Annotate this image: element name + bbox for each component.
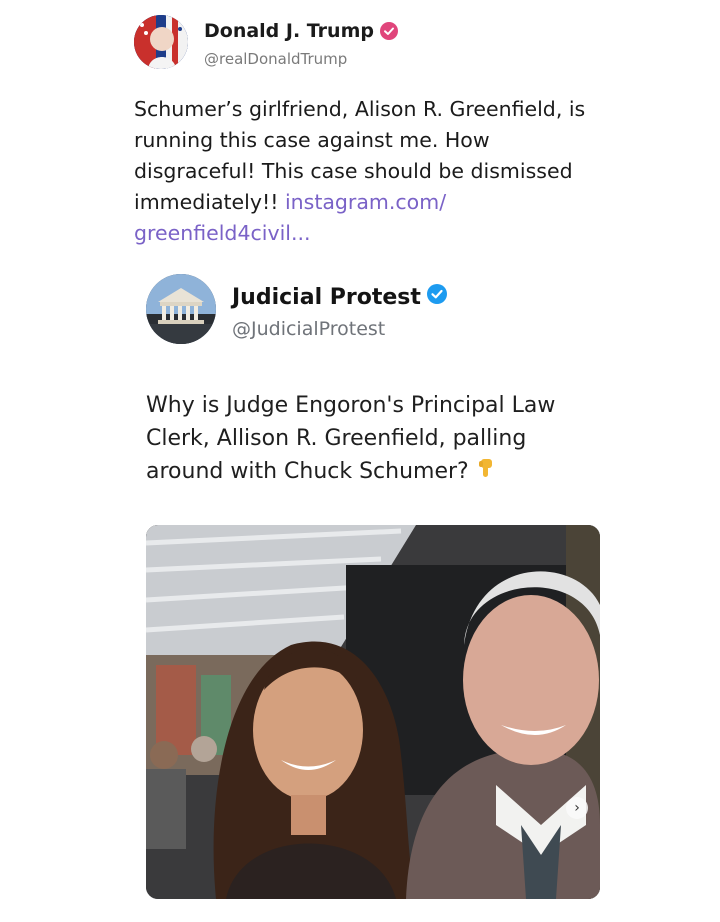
author-avatar[interactable] [134, 15, 188, 69]
quoted-text-line: around with Chuck Schumer? [146, 459, 469, 484]
quoted-author-handle[interactable]: @JudicialProtest [232, 318, 385, 340]
post-link[interactable]: instagram.com/ [285, 190, 446, 214]
post-text-line: running this case against me. How [134, 128, 490, 152]
quoted-post-body: Why is Judge Engoron's Principal Law Cle… [146, 389, 616, 489]
quoted-author-name[interactable]: Judicial Protest [232, 285, 421, 310]
next-image-button[interactable]: › [566, 797, 588, 819]
author-name[interactable]: Donald J. Trump [204, 20, 374, 42]
post-card: Donald J. Trump @realDonaldTrump Schumer… [0, 0, 720, 922]
chevron-right-icon: › [574, 800, 580, 816]
quoted-author-avatar[interactable] [146, 274, 216, 344]
pointing-down-hand-icon [477, 456, 495, 489]
post-photo[interactable] [146, 525, 600, 899]
post-text-line: disgraceful! This case should be dismiss… [134, 159, 573, 183]
post-link-continued[interactable]: greenfield4civil... [134, 221, 311, 245]
verified-badge-icon [426, 284, 447, 310]
quoted-text-line: Why is Judge Engoron's Principal Law [146, 393, 556, 418]
quoted-text-line-with-emoji: around with Chuck Schumer? [146, 455, 616, 489]
post-text-line: Schumer’s girlfriend, Alison R. Greenfie… [134, 97, 586, 121]
author-name-row[interactable]: Donald J. Trump [204, 20, 398, 42]
quoted-author-name-row[interactable]: Judicial Protest [232, 284, 447, 310]
quoted-text-line: Clerk, Allison R. Greenfield, palling [146, 426, 527, 451]
verified-badge-icon [379, 22, 398, 40]
post-body: Schumer’s girlfriend, Alison R. Greenfie… [134, 94, 634, 249]
author-handle[interactable]: @realDonaldTrump [204, 50, 347, 68]
post-text-line: immediately!! [134, 190, 285, 214]
post-text-line-with-link: immediately!! instagram.com/ [134, 187, 634, 218]
